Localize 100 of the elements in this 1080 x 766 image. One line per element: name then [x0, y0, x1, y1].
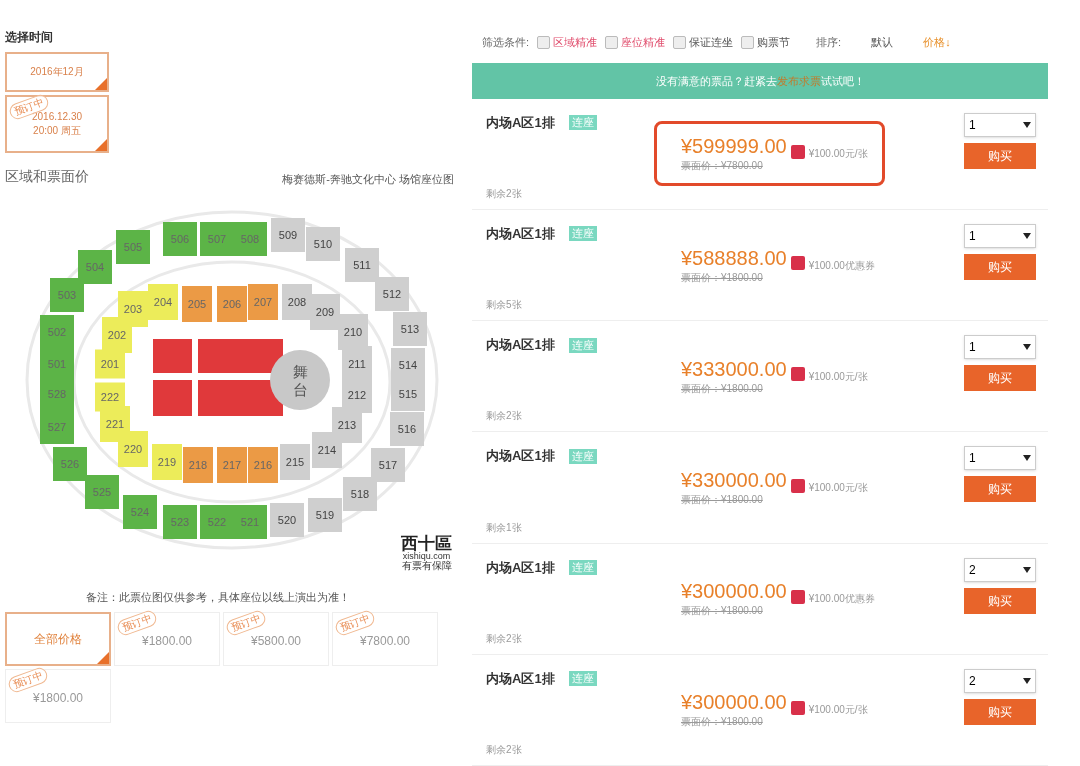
coupon-text: ¥100.00元/张: [808, 147, 868, 162]
price-tab[interactable]: ¥1800.00 预订中: [114, 611, 220, 666]
banner-text: 试试吧！: [820, 73, 865, 89]
price-tab[interactable]: ¥7800.00 预订中: [332, 611, 438, 666]
filter-checkbox[interactable]: 购票节: [741, 34, 791, 51]
seat-section[interactable]: 507: [200, 222, 234, 256]
face-value: 票面价：¥1800.00: [681, 381, 764, 396]
quantity-select[interactable]: 2: [964, 668, 1036, 693]
date-text: 20:00 周五: [33, 124, 81, 138]
listing-title: 内场A区1排: [486, 336, 555, 355]
section-title: 选择时间: [5, 29, 54, 46]
seat-section[interactable]: 516: [390, 412, 424, 446]
date-option[interactable]: 2016年12月: [5, 52, 109, 92]
floor-section[interactable]: [198, 380, 283, 416]
filter-label: 筛选条件:: [482, 35, 530, 51]
filter-checkbox[interactable]: 保证连坐: [673, 34, 734, 51]
seat-section[interactable]: 521: [233, 505, 267, 539]
sort-option[interactable]: 价格↓: [923, 34, 951, 51]
seat-section[interactable]: 209: [310, 294, 340, 330]
filter-checkbox[interactable]: 座位精准: [605, 34, 666, 51]
seat-section[interactable]: 219: [152, 444, 182, 480]
seat-section[interactable]: 519: [308, 498, 342, 532]
seat-section[interactable]: 214: [312, 432, 342, 468]
seat-section[interactable]: 518: [343, 477, 377, 511]
dropdown-icon: [1023, 121, 1031, 128]
seat-section[interactable]: 216: [248, 447, 278, 483]
ticket-price: ¥300000.00: [681, 579, 787, 604]
price-tab[interactable]: ¥5800.00 预订中: [223, 611, 329, 666]
quantity-select[interactable]: 1: [964, 224, 1036, 249]
sort-option[interactable]: 默认: [871, 34, 894, 51]
seat-section[interactable]: 522: [200, 505, 234, 539]
seat-section[interactable]: 504: [78, 250, 112, 284]
remaining-count: 剩余5张: [486, 298, 523, 313]
quantity-select[interactable]: 1: [964, 112, 1036, 137]
seat-section[interactable]: 517: [371, 448, 405, 482]
dropdown-icon: [1023, 566, 1031, 573]
quantity-select[interactable]: 1: [964, 335, 1036, 360]
buy-button[interactable]: 购买: [964, 254, 1036, 281]
buy-button[interactable]: 购买: [964, 587, 1036, 614]
seat-section[interactable]: 506: [163, 222, 197, 256]
remaining-count: 剩余1张: [486, 520, 523, 535]
seat-section[interactable]: 523: [163, 505, 197, 539]
seat-section[interactable]: 510: [306, 227, 340, 261]
seat-section[interactable]: 520: [270, 503, 304, 537]
stage: 舞台: [270, 350, 330, 410]
face-value: 票面价：¥1800.00: [681, 604, 764, 619]
dropdown-icon: [1023, 233, 1031, 240]
seat-section[interactable]: 524: [123, 495, 157, 529]
floor-section[interactable]: [198, 339, 283, 373]
coupon-text: ¥100.00元/张: [808, 703, 868, 718]
banner-text: 没有满意的票品？赶紧去: [655, 73, 777, 89]
seat-section[interactable]: 210: [338, 314, 368, 350]
seat-section[interactable]: 505: [116, 230, 150, 264]
seat-section[interactable]: 512: [375, 277, 409, 311]
coupon-text: ¥100.00优惠券: [808, 258, 875, 273]
logo-text: xishiqu.com: [402, 552, 451, 561]
seat-section[interactable]: 508: [233, 222, 267, 256]
listing-title: 内场A区1排: [486, 669, 555, 688]
seat-section[interactable]: 218: [183, 447, 213, 483]
seat-section[interactable]: 213: [332, 407, 362, 443]
quantity-select[interactable]: 1: [964, 446, 1036, 471]
seat-section[interactable]: 206: [217, 286, 247, 322]
seat-section[interactable]: 525: [85, 475, 119, 509]
seat-section[interactable]: 205: [182, 286, 212, 322]
price-tab[interactable]: 全部价格: [5, 611, 111, 666]
seat-section[interactable]: 204: [148, 284, 178, 320]
coupon-icon: [790, 367, 805, 382]
date-option[interactable]: 2016.12.30 20:00 周五 预订中: [5, 95, 109, 153]
logo-text: 有票有保障: [401, 561, 452, 571]
coupon-icon: [790, 478, 805, 493]
buy-button[interactable]: 购买: [964, 476, 1036, 503]
seat-section[interactable]: 503: [50, 278, 84, 312]
seat-section[interactable]: 215: [280, 444, 310, 480]
seat-section[interactable]: 502: [40, 315, 74, 349]
seat-section[interactable]: 511: [345, 248, 379, 282]
seat-section[interactable]: 217: [217, 447, 247, 483]
coupon-text: ¥100.00元/张: [808, 481, 868, 496]
quantity-select[interactable]: 2: [964, 557, 1036, 582]
seat-section[interactable]: 509: [271, 218, 305, 252]
buy-button[interactable]: 购买: [964, 698, 1036, 725]
seat-tag: 连座: [568, 559, 597, 575]
seat-section[interactable]: 208: [282, 284, 312, 320]
seat-section[interactable]: 207: [248, 284, 278, 320]
price-tab[interactable]: ¥1800.00 预订中: [5, 668, 111, 723]
seat-tag: 连座: [568, 226, 597, 242]
seat-section[interactable]: 513: [393, 312, 427, 346]
filter-checkbox[interactable]: 区域精准: [537, 34, 598, 51]
seat-section[interactable]: 526: [53, 447, 87, 481]
seat-section[interactable]: 220: [118, 431, 148, 467]
seat-section[interactable]: 527: [40, 410, 74, 444]
listing-title: 内场A区1排: [486, 225, 555, 244]
note-text: 备注：此票位图仅供参考，具体座位以线上演出为准！: [84, 590, 351, 605]
sort-label: 排序:: [816, 35, 842, 51]
seat-section[interactable]: 201: [95, 349, 125, 379]
seat-section[interactable]: 202: [102, 317, 132, 353]
buy-button[interactable]: 购买: [964, 365, 1036, 392]
buy-button[interactable]: 购买: [964, 142, 1036, 169]
ticket-price: ¥599999.00: [681, 134, 787, 159]
venue-map-link[interactable]: 梅赛德斯-奔驰文化中心 场馆座位图: [282, 170, 454, 187]
date-text: 2016年12月: [30, 65, 84, 79]
